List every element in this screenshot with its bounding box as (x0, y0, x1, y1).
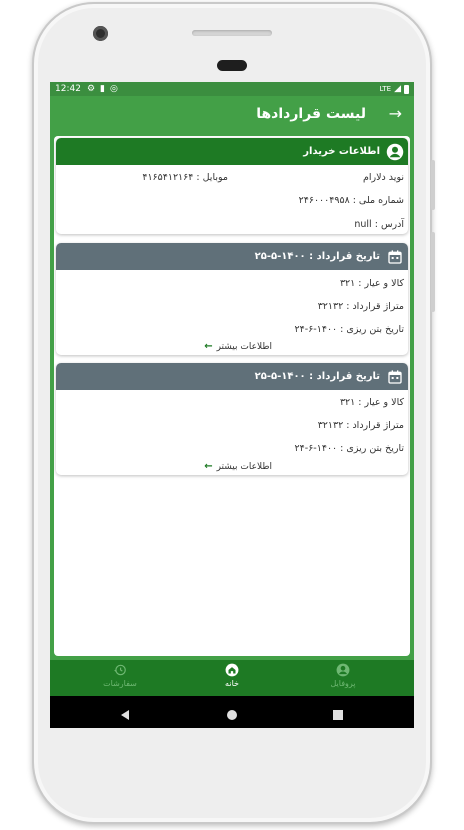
calendar-icon (386, 368, 404, 386)
contract-tonnage: متراژ قرارداد : ۳۲۱۳۲ (317, 420, 404, 431)
volume-button (431, 232, 435, 312)
contract-tonnage: متراژ قرارداد : ۳۲۱۳۲ (317, 301, 404, 312)
home-icon (225, 663, 239, 677)
nav-orders-label: سفارشات (103, 679, 137, 688)
network-type: LTE (379, 85, 392, 93)
more-info-link[interactable]: اطلاعات بیشتر ← (204, 341, 272, 352)
back-arrow-icon[interactable]: → (389, 104, 402, 123)
status-time: 12:42 (55, 84, 81, 94)
arrow-left-icon: ← (204, 341, 213, 352)
battery-icon (404, 84, 409, 94)
nav-profile[interactable]: پروفایل (308, 663, 378, 688)
account-circle-icon (336, 663, 350, 677)
app-bar: لیست قراردادها → (50, 96, 414, 136)
arrow-left-icon: ← (204, 461, 213, 472)
contract-pour-date: تاریخ بتن ریزی : ۱۴۰۰-۶-۲۴ (294, 443, 404, 454)
contract-card-header: تاریخ قرارداد : ۱۴۰۰-۵-۲۵ (56, 243, 408, 270)
settings-icon: ⚙ (86, 84, 96, 94)
more-info-link[interactable]: اطلاعات بیشتر ← (204, 461, 272, 472)
contract-pour-date: تاریخ بتن ریزی : ۱۴۰۰-۶-۲۴ (294, 324, 404, 335)
buyer-card-title: اطلاعات خریدار (303, 146, 380, 157)
front-camera (93, 26, 108, 41)
sync-icon: ◎ (109, 84, 118, 94)
signal-icon: ◢ (394, 84, 401, 94)
system-navigation-bar (50, 696, 414, 728)
earpiece-speaker (192, 30, 272, 36)
buyer-national-id: شماره ملی : ۲۴۶۰۰۰۴۹۵۸ (298, 195, 404, 206)
nav-home[interactable]: خانه (197, 663, 267, 688)
back-icon[interactable] (119, 706, 131, 725)
account-circle-icon (386, 143, 404, 161)
contract-card[interactable]: تاریخ قرارداد : ۱۴۰۰-۵-۲۵ کالا و عیار : … (56, 363, 408, 475)
bottom-navigation: سفارشات خانه پروفایل (50, 660, 414, 696)
nav-profile-label: پروفایل (330, 679, 356, 688)
proximity-sensor (217, 60, 247, 71)
history-icon (113, 663, 127, 677)
contract-card-header: تاریخ قرارداد : ۱۴۰۰-۵-۲۵ (56, 363, 408, 390)
power-button (431, 160, 435, 210)
contract-product: کالا و عیار : ۳۲۱ (339, 397, 404, 408)
contract-list: اطلاعات خریدار نوید دلارام موبایل : ۴۱۶۵… (54, 136, 410, 656)
calendar-icon (386, 248, 404, 266)
nav-home-label: خانه (225, 679, 239, 688)
more-info-label: اطلاعات بیشتر (216, 341, 272, 352)
home-circle-icon[interactable] (226, 706, 238, 725)
status-bar: 12:42 ⚙ ▮ ◎ LTE ◢ (50, 82, 414, 96)
contract-date: تاریخ قرارداد : ۱۴۰۰-۵-۲۵ (254, 251, 380, 262)
buyer-info-card: اطلاعات خریدار نوید دلارام موبایل : ۴۱۶۵… (56, 138, 408, 234)
nav-orders[interactable]: سفارشات (85, 663, 155, 688)
recents-icon[interactable] (332, 706, 344, 725)
buyer-card-header: اطلاعات خریدار (56, 138, 408, 165)
buyer-address: آدرس : null (354, 219, 404, 230)
app-screen: 12:42 ⚙ ▮ ◎ LTE ◢ لیست قراردادها → اطلاع… (50, 82, 414, 728)
buyer-name: نوید دلارام (363, 172, 404, 183)
contract-date: تاریخ قرارداد : ۱۴۰۰-۵-۲۵ (254, 371, 380, 382)
buyer-mobile: موبایل : ۴۱۶۵۴۱۲۱۶۴ (142, 172, 228, 183)
contract-product: کالا و عیار : ۳۲۱ (339, 278, 404, 289)
contract-card[interactable]: تاریخ قرارداد : ۱۴۰۰-۵-۲۵ کالا و عیار : … (56, 243, 408, 355)
more-info-label: اطلاعات بیشتر (216, 461, 272, 472)
page-title: لیست قراردادها (256, 106, 366, 122)
sd-card-icon: ▮ (100, 84, 105, 94)
